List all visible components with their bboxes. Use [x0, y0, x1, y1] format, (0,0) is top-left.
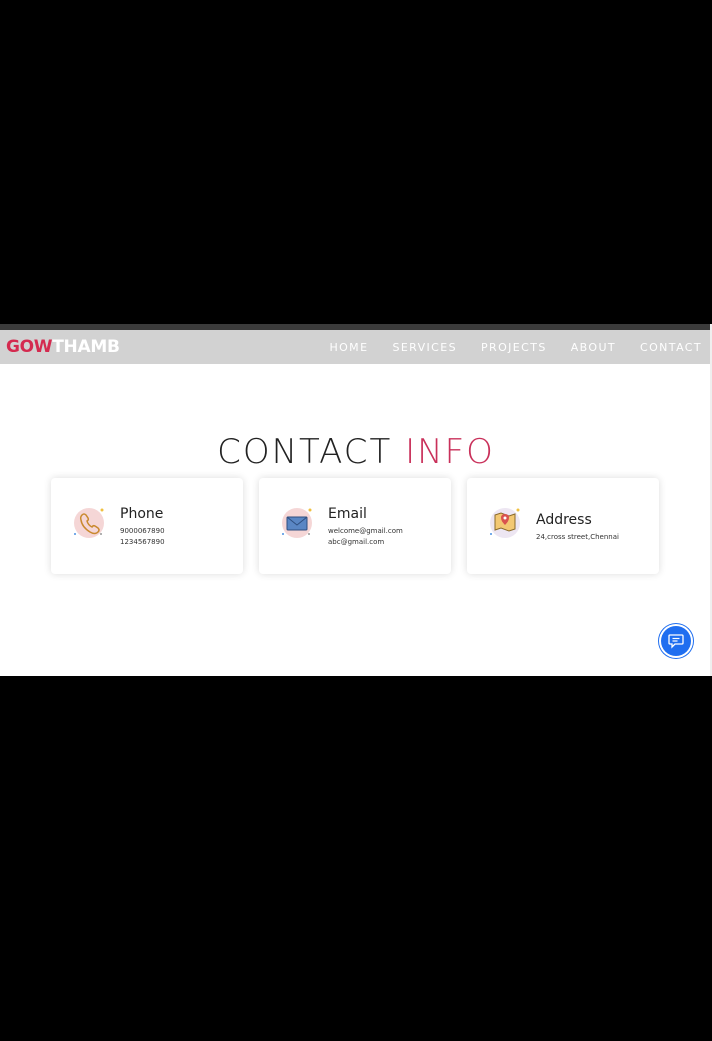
brand-logo[interactable]: GOWTHAMB	[6, 337, 120, 357]
nav-about[interactable]: ABOUT	[571, 341, 616, 354]
nav-home[interactable]: HOME	[329, 341, 368, 354]
email-heading: Email	[328, 506, 367, 522]
nav-services[interactable]: SERVICES	[392, 341, 457, 354]
contact-page: GOWTHAMB HOME SERVICES PROJECTS ABOUT CO…	[0, 324, 712, 676]
nav-projects[interactable]: PROJECTS	[481, 341, 547, 354]
phone-number-1: 9000067890	[120, 527, 165, 535]
phone-icon	[71, 504, 107, 540]
title-accent: INFO	[405, 432, 495, 472]
logo-white-text: THAMB	[52, 337, 120, 357]
chat-icon	[668, 634, 684, 649]
chat-button[interactable]	[661, 626, 691, 656]
black-background-bottom	[0, 676, 712, 1041]
address-line: 24,cross street,Chennai	[536, 533, 619, 541]
map-pin-icon	[487, 504, 523, 540]
nav-menu: HOME SERVICES PROJECTS ABOUT CONTACT	[305, 330, 702, 364]
email-address-2[interactable]: abc@gmail.com	[328, 537, 384, 547]
nav-contact[interactable]: CONTACT	[640, 341, 702, 354]
phone-card: Phone 9000067890 1234567890	[51, 478, 243, 574]
title-dark: CONTACT	[217, 432, 393, 472]
phone-number-2: 1234567890	[120, 538, 165, 546]
phone-heading: Phone	[120, 506, 164, 522]
navbar: GOWTHAMB HOME SERVICES PROJECTS ABOUT CO…	[0, 330, 712, 364]
email-icon	[279, 504, 315, 540]
section-title: CONTACT INFO	[0, 430, 712, 474]
email-card: Email welcome@gmail.com abc@gmail.com	[259, 478, 451, 574]
address-card: Address 24,cross street,Chennai	[467, 478, 659, 574]
address-heading: Address	[536, 512, 592, 528]
black-background-top	[0, 0, 712, 324]
email-address-1[interactable]: welcome@gmail.com	[328, 526, 403, 536]
logo-red-text: GOW	[6, 337, 53, 357]
